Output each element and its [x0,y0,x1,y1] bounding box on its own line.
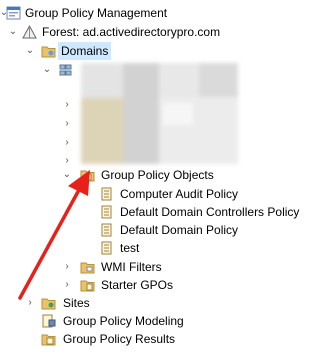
tree-node-gpo[interactable]: test [0,239,331,257]
gpo-folder-icon [80,170,95,182]
chevron-right-icon[interactable]: › [62,258,72,276]
tree-label: Group Policy Management [25,6,168,20]
modeling-icon [42,314,56,328]
tree-label: Domains [58,42,112,60]
tree-label: Default Domain Controllers Policy [120,205,300,219]
tree-node-results[interactable]: Group Policy Results [0,330,331,348]
tree-label: test [120,241,140,255]
tree-label: Default Domain Policy [120,223,239,237]
tree-label: Computer Audit Policy [120,187,239,201]
sites-icon [41,298,56,310]
tree-node-wmi-filters[interactable]: › WMI Filters [0,258,331,276]
tree-label: Group Policy Results [63,332,176,346]
chevron-down-icon[interactable]: ⌄ [42,61,52,79]
chevron-right-icon[interactable]: › [25,294,35,312]
tree-node-gpo[interactable]: Default Domain Controllers Policy [0,203,331,221]
domains-folder-icon [41,46,56,58]
tree-node-gpo[interactable]: Computer Audit Policy [0,185,331,203]
policy-scroll-icon [101,241,112,255]
policy-scroll-icon [101,187,112,201]
policy-scroll-icon [101,223,112,237]
tree-label: WMI Filters [101,260,162,274]
chevron-down-icon[interactable]: ⌄ [25,42,35,60]
chevron-down-icon[interactable]: ⌄ [62,166,72,184]
tree-label: Forest: ad.activedirectorypro.com [42,25,221,39]
tree-node-root[interactable]: ⌄ Group Policy Management [0,4,331,22]
chevron-right-icon[interactable]: › [62,276,72,294]
tree-label: Sites [63,296,90,310]
tree-node-starter-gpos[interactable]: › Starter GPOs [0,276,331,294]
redacted-area [81,63,238,164]
gpm-console-icon [6,6,21,20]
tree-node-sites[interactable]: › Sites [0,294,331,312]
tree-label: Group Policy Modeling [63,314,184,328]
chevron-down-icon[interactable]: ⌄ [8,23,18,41]
tree-label: Starter GPOs [101,278,174,292]
tree-label: Group Policy Objects [101,168,214,182]
folder-icon [80,280,95,292]
tree-node-forest[interactable]: ⌄ Forest: ad.activedirectorypro.com [0,23,331,41]
folder-icon [80,262,95,274]
results-icon [41,334,56,346]
tree-node-gpo-folder[interactable]: ⌄ Group Policy Objects [0,166,331,184]
tree-node-gpo[interactable]: Default Domain Policy [0,221,331,239]
forest-icon [22,25,37,39]
chevron-right-icon[interactable]: › [62,134,72,152]
chevron-right-icon[interactable]: › [62,96,72,114]
policy-scroll-icon [101,205,112,219]
tree-node-modeling[interactable]: Group Policy Modeling [0,312,331,330]
tree-node-domains[interactable]: ⌄ Domains [0,42,331,60]
chevron-right-icon[interactable]: › [62,115,72,133]
domain-icon [59,64,72,76]
